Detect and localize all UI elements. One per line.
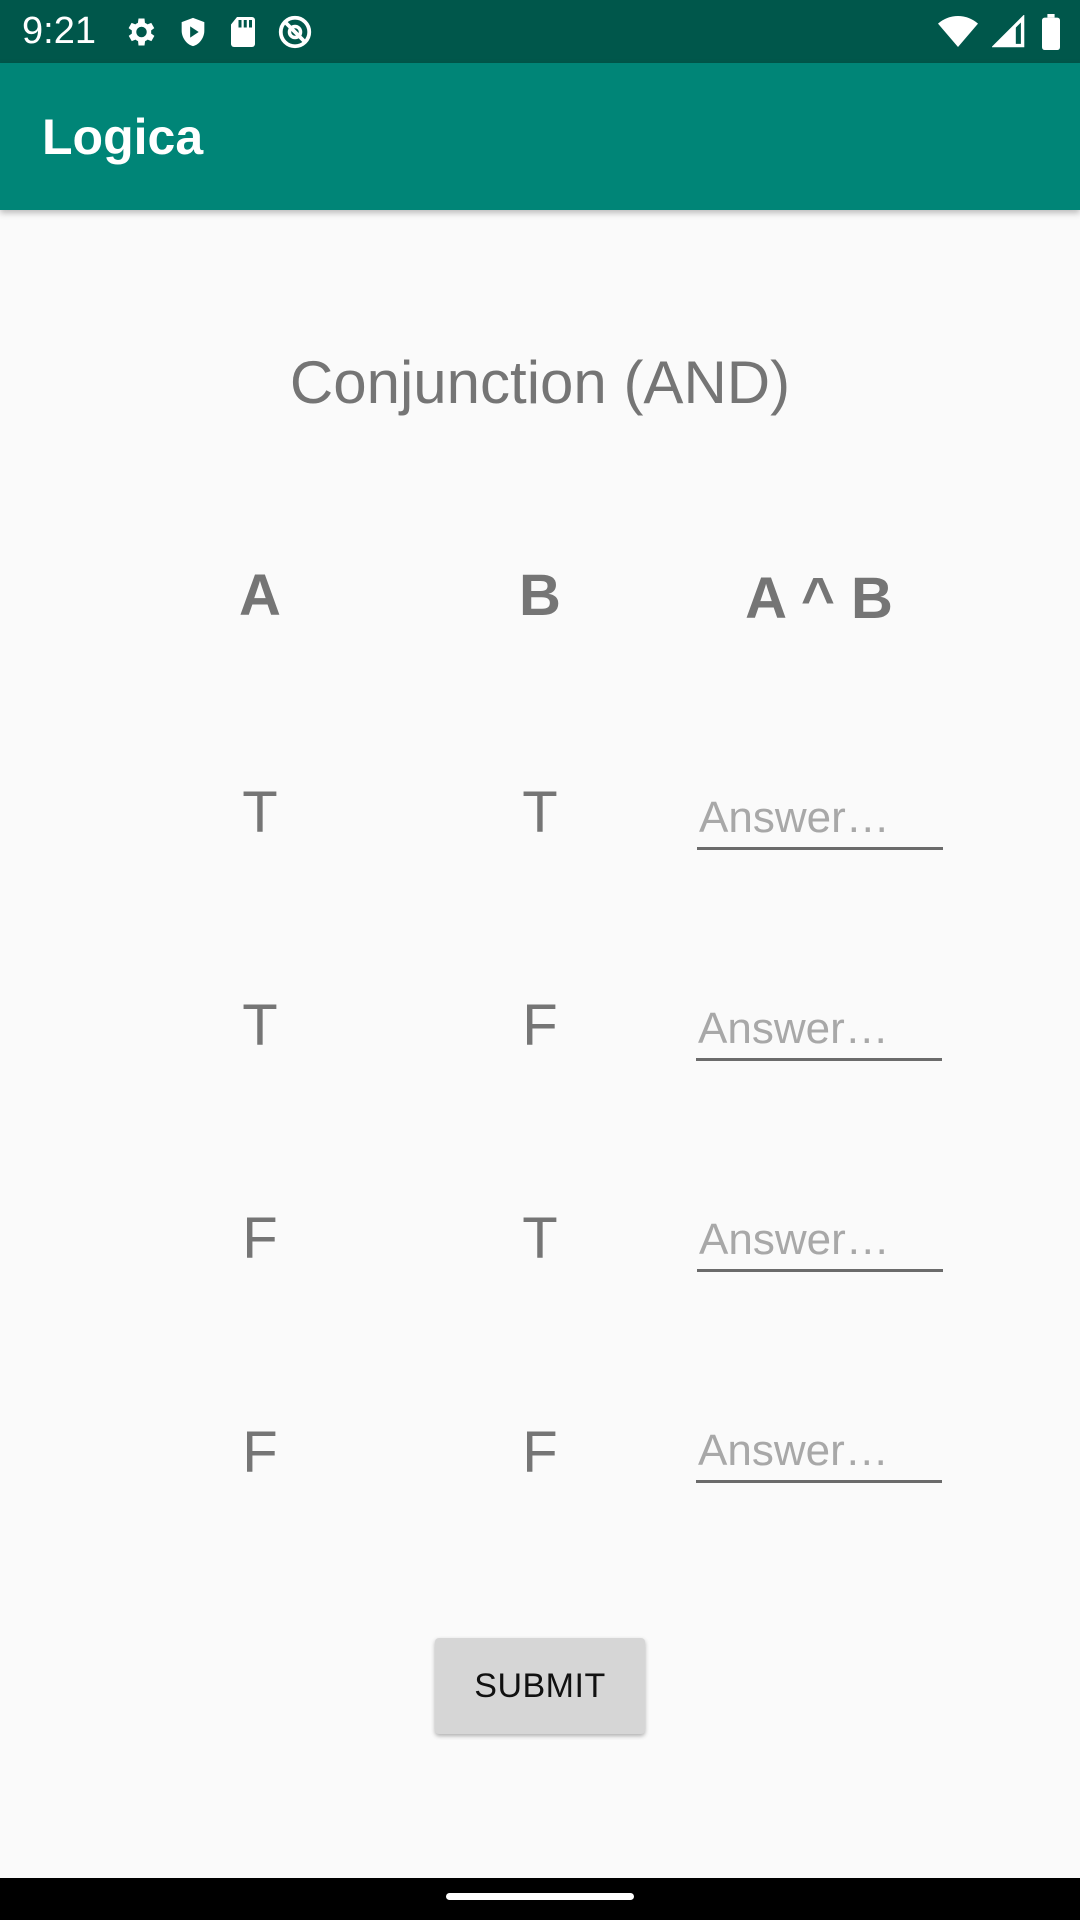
submit-button[interactable]: SUBMIT [435, 1638, 645, 1734]
navigation-bar [0, 1878, 1080, 1920]
row-4-answer-input[interactable] [696, 1421, 942, 1483]
app-title: Logica [42, 109, 204, 165]
column-header-result: A ^ B [745, 566, 893, 631]
column-header-a: A [239, 563, 281, 628]
row-1-answer-input[interactable] [697, 788, 943, 850]
column-header-b: B [519, 563, 561, 628]
row-2-b-value: F [522, 993, 558, 1058]
row-4-b-value: F [522, 1420, 558, 1485]
row-3-a-value: F [242, 1206, 278, 1271]
row-3-b-value: T [522, 1206, 558, 1271]
cell-signal-icon [992, 15, 1026, 49]
home-gesture-handle[interactable] [446, 1893, 634, 1900]
row-3-answer-input[interactable] [697, 1210, 943, 1272]
no-tracking-icon [276, 13, 314, 51]
row-2-a-value: T [242, 993, 278, 1058]
row-2-answer-input[interactable] [696, 999, 942, 1061]
app-bar: Logica [0, 63, 1080, 210]
status-icons-left [122, 12, 314, 52]
sd-card-icon [228, 14, 258, 50]
wifi-icon [938, 15, 978, 49]
row-1-b-value: T [522, 780, 558, 845]
battery-icon [1040, 14, 1062, 50]
status-time: 9:21 [22, 10, 96, 52]
row-4-a-value: F [242, 1420, 278, 1485]
row-1-a-value: T [242, 780, 278, 845]
settings-icon [122, 14, 158, 50]
page-heading: Conjunction (AND) [289, 349, 791, 416]
shield-play-icon [176, 14, 210, 50]
status-bar: 9:21 [0, 0, 1080, 63]
status-icons-right [938, 12, 1062, 52]
